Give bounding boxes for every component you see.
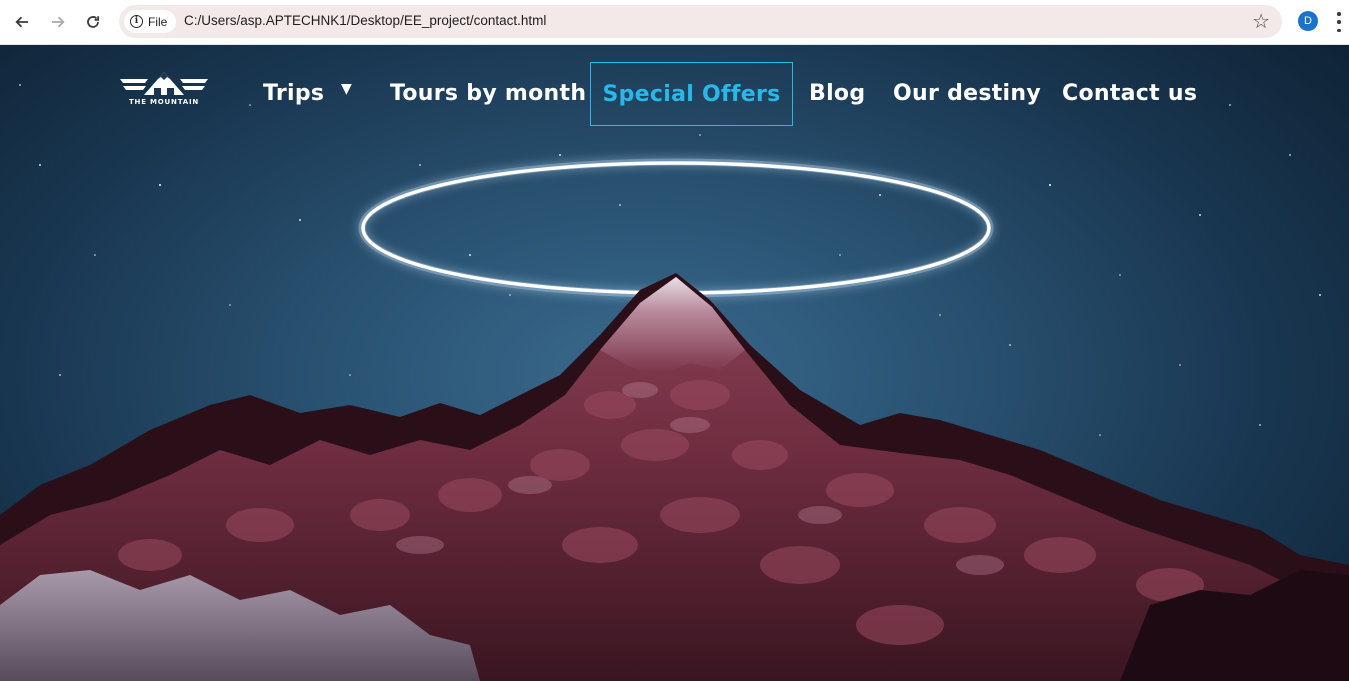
nav-item-label: Tours by month bbox=[390, 81, 587, 106]
nav-item-our-destiny[interactable]: Our destiny bbox=[893, 62, 1041, 126]
nav-item-label: Blog bbox=[809, 81, 866, 106]
browser-toolbar: i File C:/Users/asp.APTECHNK1/Desktop/EE… bbox=[0, 0, 1349, 45]
forward-button[interactable] bbox=[45, 9, 71, 35]
nav-item-special-offers[interactable]: Special Offers bbox=[590, 62, 793, 126]
url-text[interactable]: C:/Users/asp.APTECHNK1/Desktop/EE_projec… bbox=[184, 13, 546, 28]
nav-item-contact-us[interactable]: Contact us bbox=[1062, 62, 1197, 126]
info-icon: i bbox=[130, 15, 143, 28]
reload-icon bbox=[87, 16, 100, 28]
nav-item-label: Trips bbox=[263, 81, 325, 106]
hero-background bbox=[0, 84, 1349, 681]
main-navigation: Trips ▼ Tours by month Special Offers Bl… bbox=[0, 62, 1349, 126]
nav-item-label: Special Offers bbox=[602, 82, 781, 107]
nav-item-blog[interactable]: Blog bbox=[809, 62, 865, 126]
reload-button[interactable] bbox=[80, 9, 106, 35]
address-bar[interactable]: i File C:/Users/asp.APTECHNK1/Desktop/EE… bbox=[119, 5, 1282, 38]
hero-section: THE MOUNTAIN Trips ▼ Tours by month Spec… bbox=[0, 45, 1349, 681]
arrow-right-icon bbox=[52, 16, 65, 28]
arrow-left-icon bbox=[15, 16, 28, 28]
bookmark-star-icon[interactable]: ☆ bbox=[1252, 9, 1270, 33]
kebab-menu-icon[interactable] bbox=[1336, 12, 1342, 32]
nav-item-label: Our destiny bbox=[893, 81, 1041, 106]
back-button[interactable] bbox=[9, 9, 35, 35]
site-info-chip[interactable]: i File bbox=[124, 10, 177, 33]
profile-avatar[interactable]: D bbox=[1298, 11, 1318, 31]
site-info-label: File bbox=[148, 14, 168, 29]
nav-item-tours-by-month[interactable]: Tours by month bbox=[390, 62, 586, 126]
caret-down-icon[interactable]: ▼ bbox=[341, 62, 352, 116]
nav-item-trips[interactable]: Trips ▼ bbox=[263, 62, 363, 126]
nav-item-label: Contact us bbox=[1062, 81, 1198, 106]
